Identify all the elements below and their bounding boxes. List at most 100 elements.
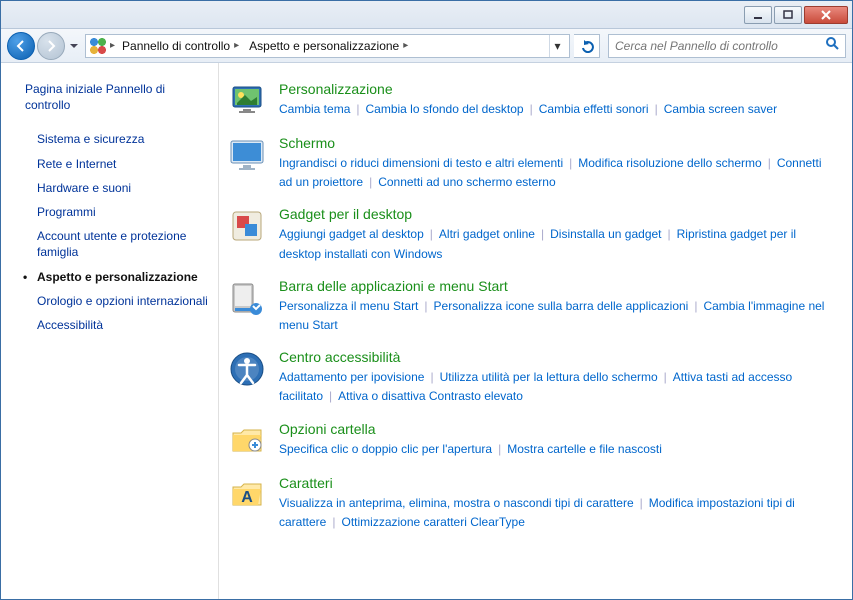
category-tasks: Aggiungi gadget al desktop | Altri gadget … (279, 225, 834, 263)
task-link[interactable]: Attiva o disattiva Contrasto elevato (338, 389, 523, 403)
task-divider: | (424, 299, 427, 313)
category-6: A Caratteri Visualizza in anteprima, elimi… (227, 475, 834, 532)
task-link[interactable]: Personalizza icone sulla barra delle app… (434, 299, 689, 313)
task-link[interactable]: Utilizza utilità per la lettura dello sc… (440, 370, 658, 384)
task-link[interactable]: Altri gadget online (439, 227, 535, 241)
category-info: Barra delle applicazioni e menu Start Per… (279, 278, 834, 335)
task-divider: | (768, 156, 771, 170)
sidebar-item-4[interactable]: Account utente e protezione famiglia (25, 224, 208, 264)
search-input[interactable] (615, 39, 825, 53)
titlebar (1, 1, 852, 29)
gadgets-icon[interactable] (227, 206, 267, 246)
display-icon[interactable] (227, 135, 267, 175)
refresh-button[interactable] (574, 34, 600, 58)
body: Pagina iniziale Pannello di controllo Si… (1, 63, 852, 599)
category-2: Gadget per il desktop Aggiungi gadget al … (227, 206, 834, 263)
nav-buttons (7, 32, 81, 60)
back-button[interactable] (7, 32, 35, 60)
task-divider: | (369, 175, 372, 189)
category-title[interactable]: Schermo (279, 135, 834, 151)
category-info: Opzioni cartella Specifica clic o doppio … (279, 421, 834, 459)
sidebar-item-7[interactable]: Accessibilità (25, 313, 208, 337)
breadcrumb-label: Pannello di controllo (122, 39, 230, 53)
task-divider: | (668, 227, 671, 241)
folder-icon[interactable] (227, 421, 267, 461)
category-title[interactable]: Caratteri (279, 475, 834, 491)
task-divider: | (541, 227, 544, 241)
task-link[interactable]: Personalizza il menu Start (279, 299, 418, 313)
ease-icon[interactable] (227, 349, 267, 389)
minimize-button[interactable] (744, 6, 772, 24)
category-tasks: Ingrandisci o riduci dimensioni di testo… (279, 154, 834, 192)
task-link[interactable]: Cambia screen saver (664, 102, 777, 116)
task-link[interactable]: Cambia lo sfondo del desktop (366, 102, 524, 116)
task-divider: | (329, 389, 332, 403)
search-box[interactable] (608, 34, 846, 58)
category-tasks: Specifica clic o doppio clic per l'apert… (279, 440, 834, 459)
svg-text:A: A (241, 489, 253, 506)
sidebar-item-2[interactable]: Hardware e suoni (25, 176, 208, 200)
address-bar[interactable]: ▸ Pannello di controllo▸ Aspetto e perso… (85, 34, 570, 58)
task-divider: | (640, 496, 643, 510)
category-info: Personalizzazione Cambia tema | Cambia lo s… (279, 81, 834, 119)
sidebar-item-6[interactable]: Orologio e opzioni internazionali (25, 289, 208, 313)
task-link[interactable]: Aggiungi gadget al desktop (279, 227, 424, 241)
task-divider: | (530, 102, 533, 116)
task-divider: | (430, 227, 433, 241)
task-link[interactable]: Mostra cartelle e file nascosti (507, 442, 662, 456)
sidebar-list: Sistema e sicurezzaRete e InternetHardwa… (25, 127, 208, 337)
search-icon[interactable] (825, 36, 839, 55)
task-link[interactable]: Connetti ad uno schermo esterno (378, 175, 555, 189)
window: ▸ Pannello di controllo▸ Aspetto e perso… (0, 0, 853, 600)
sidebar-home[interactable]: Pagina iniziale Pannello di controllo (25, 81, 208, 113)
breadcrumb-item-1[interactable]: Aspetto e personalizzazione▸ (246, 39, 411, 53)
content: Personalizzazione Cambia tema | Cambia lo s… (218, 63, 852, 599)
category-title[interactable]: Centro accessibilità (279, 349, 834, 365)
task-link[interactable]: Ottimizzazione caratteri ClearType (341, 515, 524, 529)
task-divider: | (664, 370, 667, 384)
task-link[interactable]: Ingrandisci o riduci dimensioni di testo… (279, 156, 563, 170)
category-title[interactable]: Opzioni cartella (279, 421, 834, 437)
category-title[interactable]: Barra delle applicazioni e menu Start (279, 278, 834, 294)
task-link[interactable]: Cambia effetti sonori (539, 102, 649, 116)
task-divider: | (694, 299, 697, 313)
task-divider: | (356, 102, 359, 116)
nav-history-dropdown[interactable] (67, 36, 81, 56)
task-link[interactable]: Modifica risoluzione dello schermo (578, 156, 761, 170)
fonts-icon[interactable]: A (227, 475, 267, 515)
sidebar-item-1[interactable]: Rete e Internet (25, 152, 208, 176)
forward-button[interactable] (37, 32, 65, 60)
category-0: Personalizzazione Cambia tema | Cambia lo s… (227, 81, 834, 121)
control-panel-icon (90, 38, 106, 54)
task-divider: | (498, 442, 501, 456)
taskbar-icon[interactable] (227, 278, 267, 318)
personalization-icon[interactable] (227, 81, 267, 121)
task-link[interactable]: Disinstalla un gadget (550, 227, 661, 241)
task-divider: | (430, 370, 433, 384)
sidebar-item-5[interactable]: Aspetto e personalizzazione (25, 265, 208, 289)
category-tasks: Visualizza in anteprima, elimina, mostra… (279, 494, 834, 532)
close-button[interactable] (804, 6, 848, 24)
category-title[interactable]: Personalizzazione (279, 81, 834, 97)
breadcrumb-sep: ▸ (110, 40, 115, 51)
category-info: Schermo Ingrandisci o riduci dimensioni d… (279, 135, 834, 192)
task-link[interactable]: Cambia tema (279, 102, 350, 116)
task-link[interactable]: Adattamento per ipovisione (279, 370, 424, 384)
category-1: Schermo Ingrandisci o riduci dimensioni d… (227, 135, 834, 192)
breadcrumb-item-0[interactable]: Pannello di controllo▸ (119, 39, 242, 53)
category-tasks: Adattamento per ipovisione | Utilizza util… (279, 368, 834, 406)
category-info: Gadget per il desktop Aggiungi gadget al … (279, 206, 834, 263)
maximize-button[interactable] (774, 6, 802, 24)
task-link[interactable]: Visualizza in anteprima, elimina, mostra… (279, 496, 634, 510)
sidebar-item-0[interactable]: Sistema e sicurezza (25, 127, 208, 151)
category-3: Barra delle applicazioni e menu Start Per… (227, 278, 834, 335)
address-dropdown[interactable]: ▾ (549, 35, 565, 57)
category-info: Centro accessibilità Adattamento per ipov… (279, 349, 834, 406)
task-divider: | (569, 156, 572, 170)
category-5: Opzioni cartella Specifica clic o doppio … (227, 421, 834, 461)
category-4: Centro accessibilità Adattamento per ipov… (227, 349, 834, 406)
sidebar-item-3[interactable]: Programmi (25, 200, 208, 224)
category-title[interactable]: Gadget per il desktop (279, 206, 834, 222)
breadcrumb-label: Aspetto e personalizzazione (249, 39, 399, 53)
task-link[interactable]: Specifica clic o doppio clic per l'apert… (279, 442, 492, 456)
